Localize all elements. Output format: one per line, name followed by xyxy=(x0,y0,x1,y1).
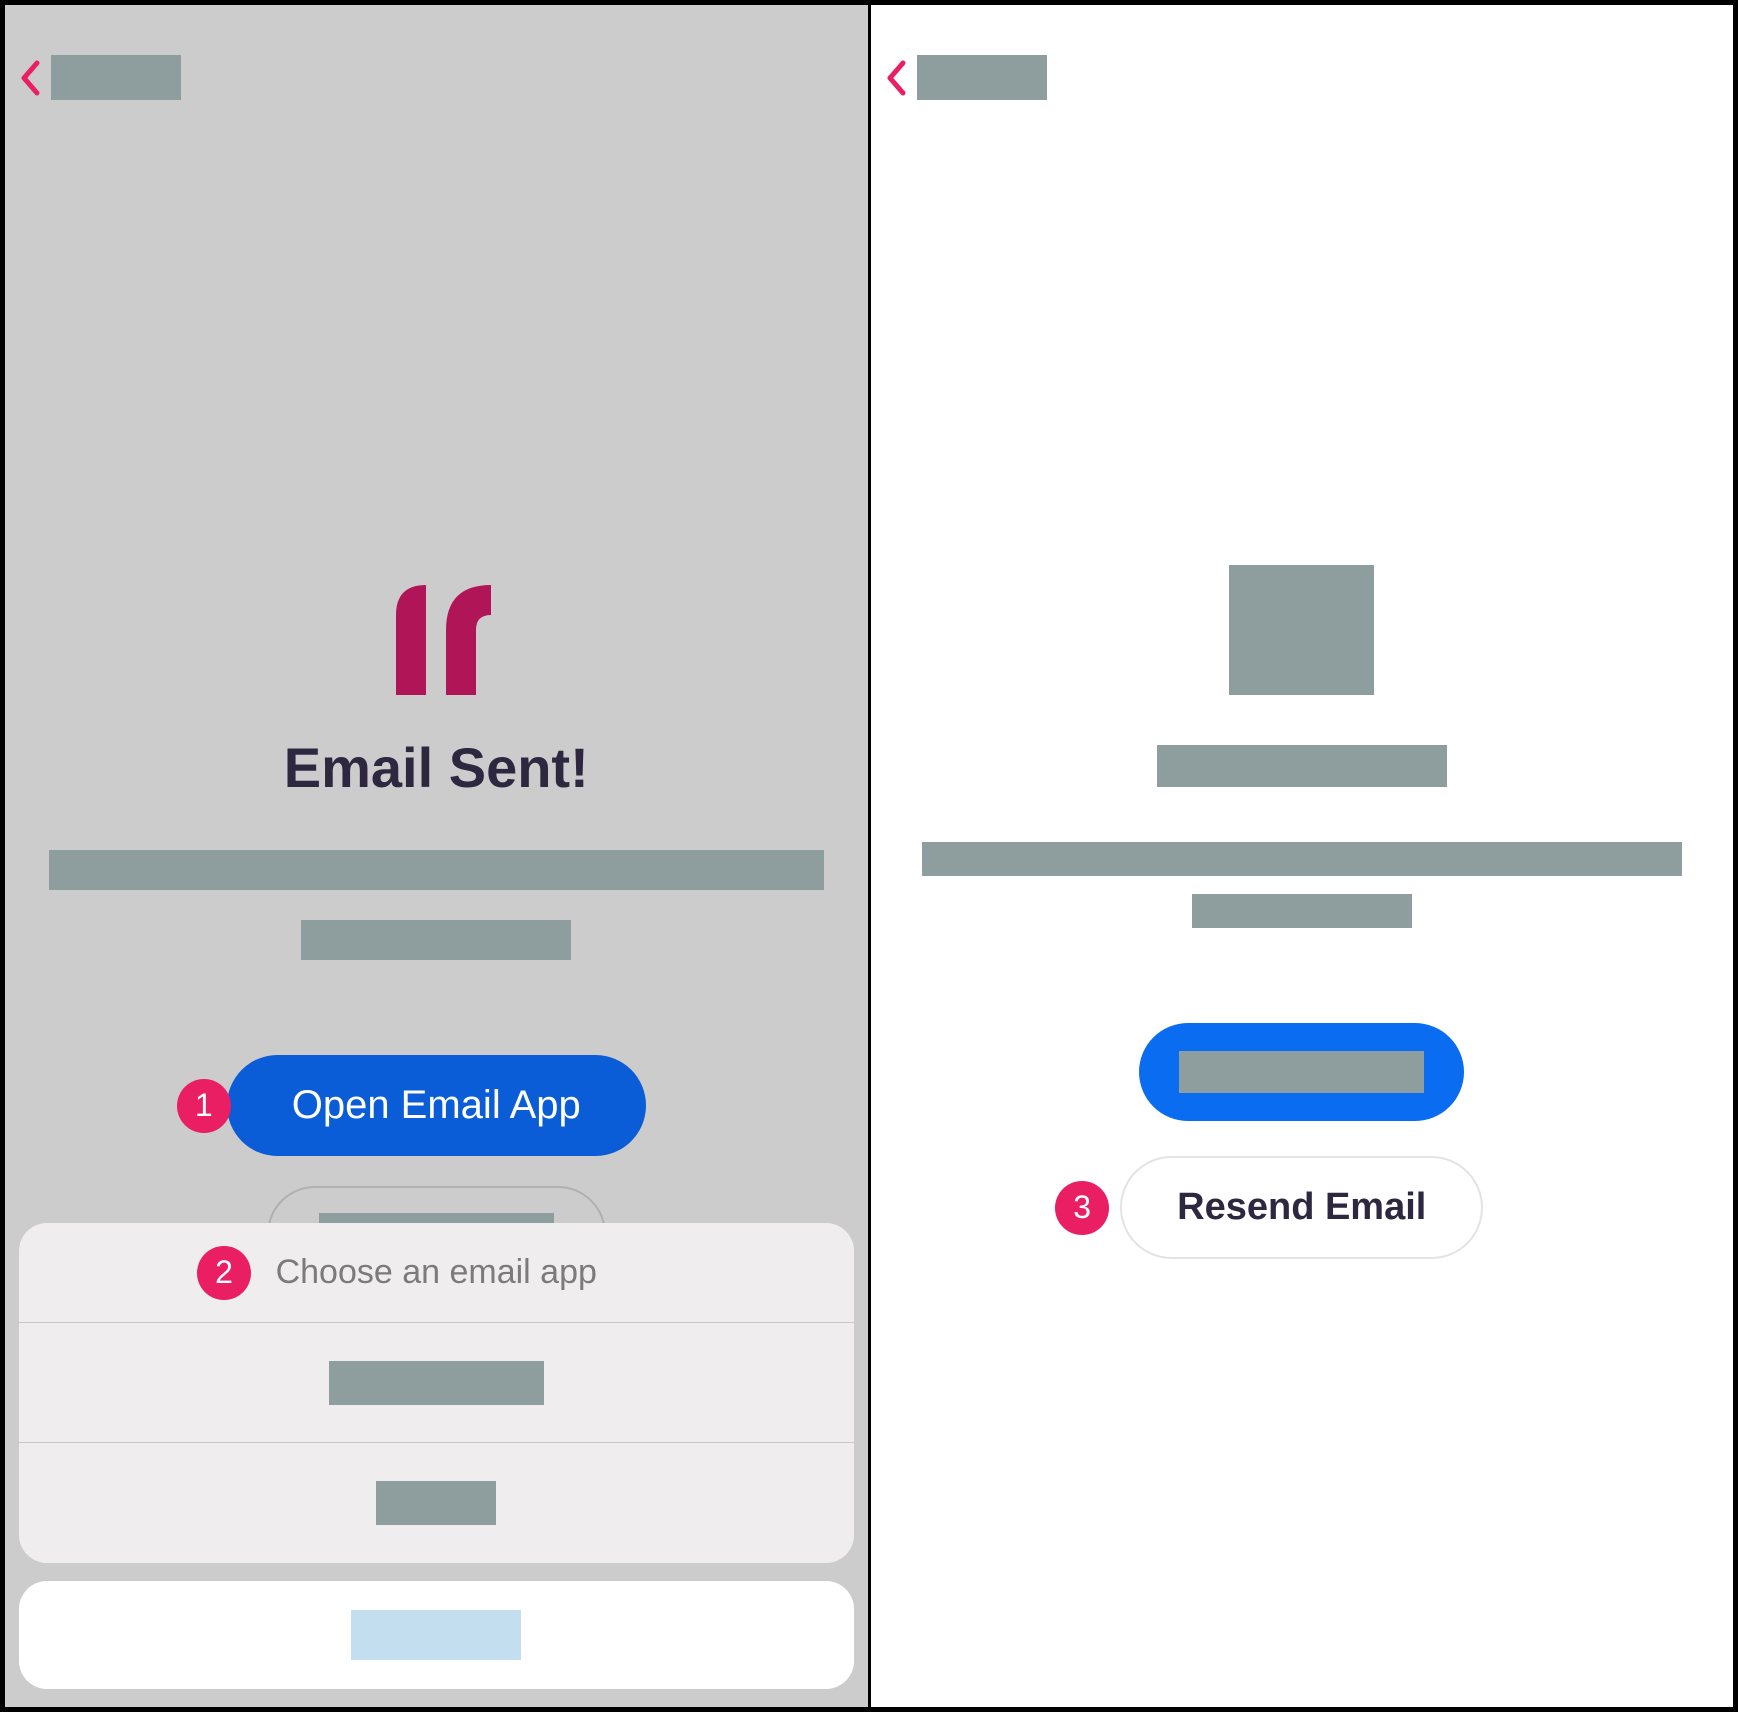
back-chevron-icon xyxy=(19,60,41,96)
back-navigation[interactable] xyxy=(885,55,1047,100)
action-sheet: 2 Choose an email app xyxy=(19,1223,854,1563)
description-line-2-redacted xyxy=(301,920,571,960)
action-sheet-option-2[interactable] xyxy=(19,1443,854,1563)
back-label-redacted xyxy=(917,55,1047,100)
primary-button-label-redacted xyxy=(1179,1051,1424,1093)
resend-email-button[interactable]: Resend Email xyxy=(1120,1156,1483,1259)
resend-row: 3 Resend Email xyxy=(1120,1156,1483,1259)
option-2-label-redacted xyxy=(376,1481,496,1525)
app-logo-redacted xyxy=(1229,565,1374,695)
open-email-row: 1 Open Email App xyxy=(227,1055,646,1156)
page-title: Email Sent! xyxy=(284,735,589,800)
action-sheet-header: 2 Choose an email app xyxy=(19,1223,854,1323)
action-sheet-container: 2 Choose an email app xyxy=(19,1223,854,1689)
cancel-label-redacted xyxy=(351,1610,521,1660)
option-1-label-redacted xyxy=(329,1361,544,1405)
description-line-2-redacted xyxy=(1192,894,1412,928)
open-email-button[interactable]: Open Email App xyxy=(227,1055,646,1156)
description-line-1-redacted xyxy=(922,842,1682,876)
callout-badge-1: 1 xyxy=(177,1079,231,1133)
back-label-redacted xyxy=(51,55,181,100)
right-content: 3 Resend Email xyxy=(871,565,1734,1259)
left-pane: Email Sent! 1 Open Email App 2 Choose an… xyxy=(5,5,868,1707)
primary-button[interactable] xyxy=(1139,1023,1464,1121)
description-line-1-redacted xyxy=(49,850,824,890)
action-sheet-cancel[interactable] xyxy=(19,1581,854,1689)
action-sheet-option-1[interactable] xyxy=(19,1323,854,1443)
callout-badge-3: 3 xyxy=(1055,1181,1109,1235)
action-sheet-title: Choose an email app xyxy=(276,1253,597,1292)
callout-badge-2: 2 xyxy=(197,1246,251,1300)
back-chevron-icon xyxy=(885,60,907,96)
left-content: Email Sent! 1 Open Email App xyxy=(5,565,868,1282)
app-logo-icon xyxy=(361,565,511,695)
back-navigation[interactable] xyxy=(19,55,181,100)
dual-screenshot-frame: Email Sent! 1 Open Email App 2 Choose an… xyxy=(0,0,1738,1712)
right-pane: 3 Resend Email xyxy=(871,5,1734,1707)
title-redacted xyxy=(1157,745,1447,787)
